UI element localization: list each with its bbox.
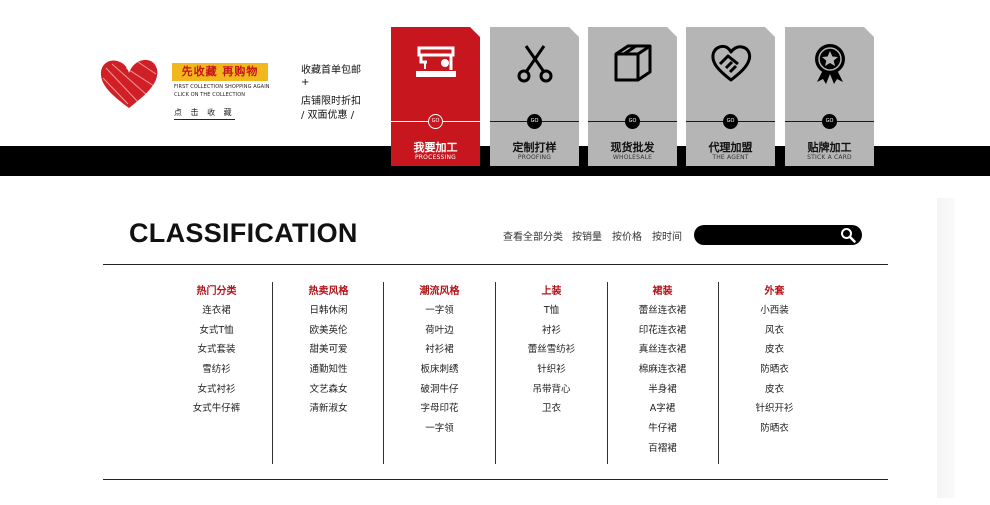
tab-label: 我要加工 (413, 141, 458, 154)
category-link[interactable]: 女式牛仔裤 (161, 403, 272, 423)
section-rule-top (103, 264, 888, 265)
category-column-outerwear: 外套 小西装 风衣 皮衣 防晒衣 皮衣 针织开衫 防晒衣 (719, 285, 830, 443)
tab-sublabel: PROOFING (517, 154, 552, 161)
heart-logo-icon (100, 59, 158, 108)
category-link[interactable]: 破洞牛仔 (384, 384, 495, 404)
category-link[interactable]: 防晒衣 (719, 364, 830, 384)
sewing-machine-icon (415, 42, 457, 84)
box-icon (612, 42, 654, 84)
category-link[interactable]: 女式衬衫 (161, 384, 272, 404)
category-heading: 潮流风格 (419, 286, 460, 297)
category-link[interactable]: 雪纺衫 (161, 364, 272, 384)
tab-label: 现货批发 (610, 141, 655, 154)
tab-sublabel: WHOLESALE (612, 154, 653, 161)
category-heading: 外套 (764, 286, 785, 297)
tab-proofing[interactable]: GO 定制打样 PROOFING (490, 27, 579, 166)
category-link[interactable]: 皮衣 (719, 344, 830, 364)
category-link[interactable]: 风衣 (719, 325, 830, 345)
category-link[interactable]: 欧美英伦 (273, 325, 384, 345)
category-link[interactable]: T恤 (496, 305, 607, 325)
favorite-sub-line2: CLICK ON THE COLLECTION (174, 92, 246, 98)
category-link[interactable]: 女式T恤 (161, 325, 272, 345)
scissors-icon (514, 42, 556, 84)
tab-label: 代理加盟 (708, 141, 753, 154)
promo-line: 店铺限时折扣 (301, 96, 361, 107)
category-heading: 热卖风格 (308, 286, 349, 297)
category-link[interactable]: 蕾丝连衣裙 (607, 305, 718, 325)
category-column-tops: 上装 T恤 衬衫 蕾丝雪纺衫 针织衫 吊带背心 卫衣 (496, 285, 607, 423)
category-column-dresses: 裙装 蕾丝连衣裙 印花连衣裙 真丝连衣裙 棉麻连衣裙 半身裙 A字裙 牛仔裙 百… (607, 285, 718, 463)
category-link[interactable]: 印花连衣裙 (607, 325, 718, 345)
tab-label: 定制打样 (512, 141, 557, 154)
tab-processing[interactable]: GO 我要加工 PROCESSING (391, 27, 480, 166)
category-link[interactable]: 皮衣 (719, 384, 830, 404)
category-link[interactable]: 文艺森女 (273, 384, 384, 404)
category-link[interactable]: 板床刺绣 (384, 364, 495, 384)
category-link[interactable]: 字母印花 (384, 403, 495, 423)
promo-line: 收藏首单包邮 (301, 65, 361, 76)
category-column-hot-style: 热卖风格 日韩休闲 欧美英伦 甜美可爱 通勤知性 文艺森女 清新淑女 (273, 285, 384, 423)
tab-stick-a-card[interactable]: GO 贴牌加工 STICK A CARD (785, 27, 874, 166)
category-column-trend-style: 潮流风格 一字领 荷叶边 衬衫裙 板床刺绣 破洞牛仔 字母印花 一字领 (384, 285, 495, 443)
search-icon[interactable] (840, 227, 856, 243)
category-link[interactable]: 棉麻连衣裙 (607, 364, 718, 384)
category-link[interactable]: 通勤知性 (273, 364, 384, 384)
category-link[interactable]: 女式套装 (161, 344, 272, 364)
tab-sublabel: STICK A CARD (807, 154, 852, 161)
category-link[interactable]: 吊带背心 (496, 384, 607, 404)
category-link[interactable]: 卫衣 (496, 403, 607, 423)
sort-by-price-link[interactable]: 按价格 (612, 228, 642, 243)
sort-by-sales-link[interactable]: 按销量 (572, 228, 602, 243)
handshake-heart-icon (710, 42, 752, 84)
category-link[interactable]: 真丝连衣裙 (607, 344, 718, 364)
section-rule-bottom (103, 479, 888, 480)
category-link[interactable]: A字裙 (607, 403, 718, 423)
search-input[interactable] (704, 227, 824, 243)
category-link[interactable]: 衬衫裙 (384, 344, 495, 364)
category-link[interactable]: 小西装 (719, 305, 830, 325)
go-button[interactable]: GO (428, 114, 443, 129)
category-link[interactable]: 蕾丝雪纺衫 (496, 344, 607, 364)
tab-agent[interactable]: GO 代理加盟 THE AGENT (686, 27, 775, 166)
promo-line: / 双面优惠 / (301, 110, 355, 121)
sort-by-time-link[interactable]: 按时间 (652, 228, 682, 243)
right-edge-shade (937, 198, 955, 498)
category-link[interactable]: 一字领 (384, 305, 495, 325)
tab-wholesale[interactable]: GO 现货批发 WHOLESALE (588, 27, 677, 166)
category-link[interactable]: 针织开衫 (719, 403, 830, 423)
category-link[interactable]: 一字领 (384, 423, 495, 443)
category-heading: 热门分类 (196, 286, 237, 297)
category-link[interactable]: 清新淑女 (273, 403, 384, 423)
promo-line: + (301, 77, 310, 88)
category-link[interactable]: 荷叶边 (384, 325, 495, 345)
category-column-hot: 热门分类 连衣裙 女式T恤 女式套装 雪纺衫 女式衬衫 女式牛仔裤 (161, 285, 272, 423)
favorite-badge[interactable]: 先收藏 再购物 (172, 63, 268, 81)
classification-title: CLASSIFICATION (129, 218, 358, 248)
search-bar (694, 225, 862, 245)
go-button[interactable]: GO (527, 114, 542, 129)
category-link[interactable]: 衬衫 (496, 325, 607, 345)
view-all-categories-link[interactable]: 查看全部分类 (503, 228, 563, 243)
category-link[interactable]: 甜美可爱 (273, 344, 384, 364)
favorite-sub-line1: FIRST COLLECTION SHOPPING AGAIN (174, 84, 270, 90)
category-link[interactable]: 针织衫 (496, 364, 607, 384)
category-link[interactable]: 防晒衣 (719, 423, 830, 443)
favorite-link[interactable]: 点 击 收 藏 (174, 107, 235, 120)
go-button[interactable]: GO (625, 114, 640, 129)
category-heading: 裙装 (652, 286, 673, 297)
tab-label: 贴牌加工 (807, 141, 852, 154)
category-link[interactable]: 连衣裙 (161, 305, 272, 325)
category-link[interactable]: 半身裙 (607, 384, 718, 404)
go-button[interactable]: GO (822, 114, 837, 129)
category-heading: 上装 (541, 286, 562, 297)
tab-sublabel: THE AGENT (712, 154, 749, 161)
category-link[interactable]: 百褶裙 (607, 443, 718, 463)
category-link[interactable]: 牛仔裙 (607, 423, 718, 443)
award-badge-icon (809, 42, 851, 84)
go-button[interactable]: GO (723, 114, 738, 129)
tab-sublabel: PROCESSING (414, 154, 456, 161)
category-link[interactable]: 日韩休闲 (273, 305, 384, 325)
